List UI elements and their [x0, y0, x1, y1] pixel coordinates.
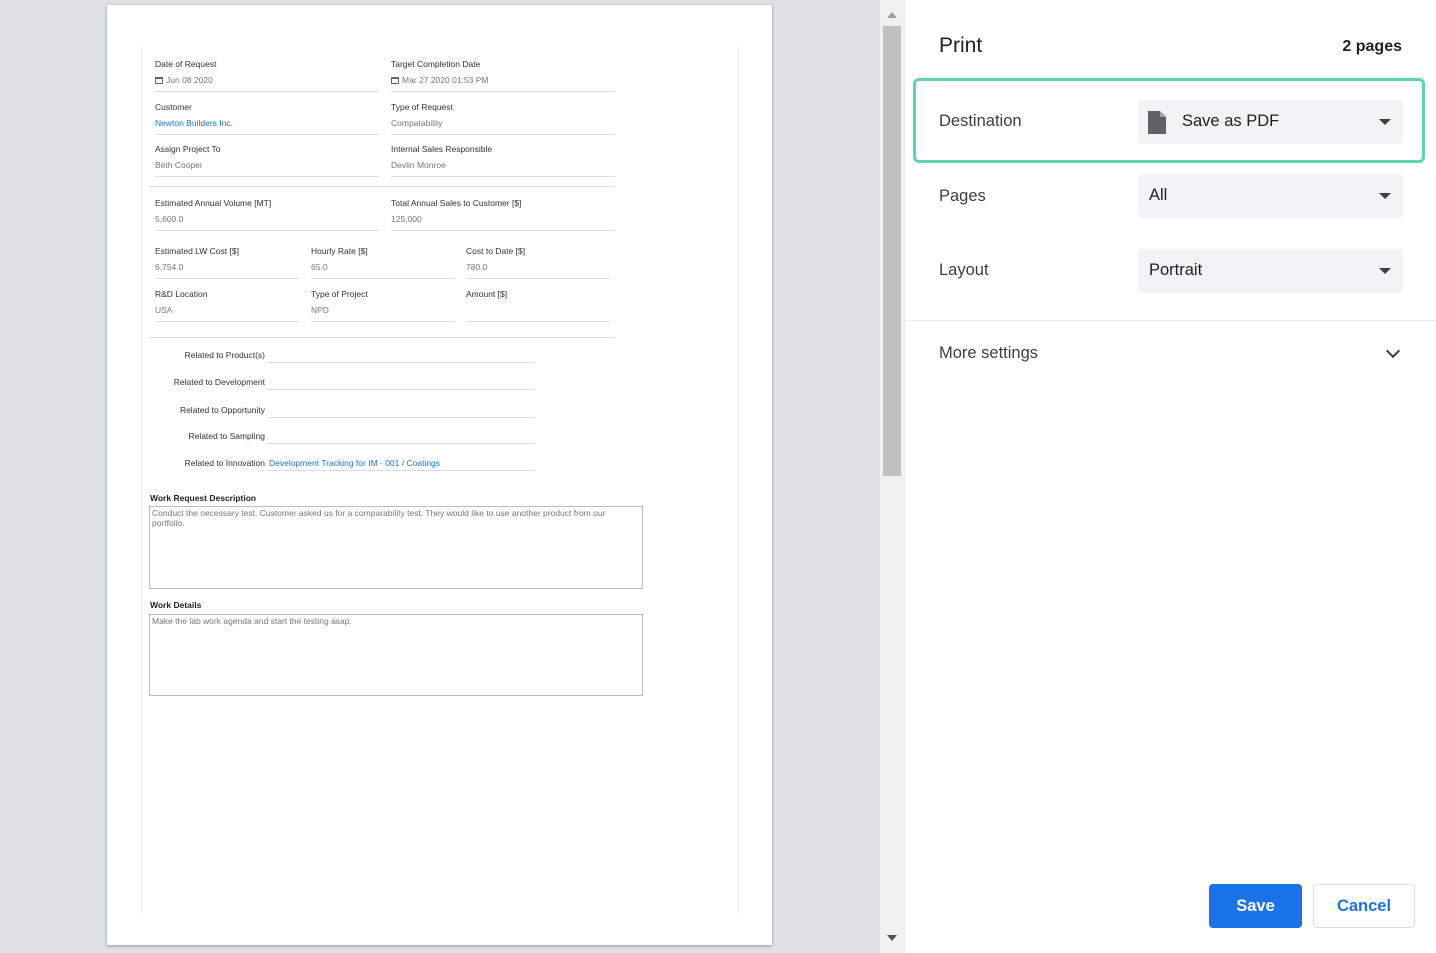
field-cost-to-date: Cost to Date [$] 780.0 — [466, 246, 610, 279]
pdf-file-icon — [1148, 111, 1166, 134]
work-request-textbox: Conduct the necessary test. Customer ask… — [149, 506, 643, 589]
print-settings-panel: Print 2 pages Destination Save as PDF Pa… — [904, 0, 1436, 953]
caret-down-icon — [1379, 193, 1391, 199]
chevron-down-icon[interactable] — [1385, 343, 1401, 359]
field-label: Customer — [155, 102, 192, 112]
caret-down-icon — [1379, 268, 1391, 274]
field-label: R&D Location — [155, 289, 208, 299]
pages-value: All — [1149, 186, 1168, 204]
field-label: Total Annual Sales to Customer [$] — [391, 198, 522, 208]
section-divider — [149, 337, 615, 338]
field-label: Type of Request — [391, 102, 453, 112]
field-est-lw-cost: Estimated LW Cost [$] 6,754.0 — [155, 246, 299, 279]
field-value: 125,000 — [391, 214, 422, 224]
related-label: Related to Development — [173, 377, 265, 387]
related-underline — [267, 417, 535, 418]
field-value: Jun 08 2020 — [155, 75, 379, 85]
related-underline — [267, 443, 535, 444]
preview-scrollbar[interactable] — [880, 0, 904, 953]
related-underline — [267, 389, 535, 390]
layout-select[interactable]: Portrait — [1138, 249, 1403, 293]
field-total-annual-sales: Total Annual Sales to Customer [$] 125,0… — [391, 198, 615, 231]
destination-label: Destination — [939, 112, 1022, 130]
scroll-up-arrow-icon[interactable] — [887, 12, 897, 18]
more-settings-toggle[interactable]: More settings — [939, 344, 1038, 363]
field-label: Type of Project — [311, 289, 368, 299]
field-value: Compatability — [391, 118, 443, 128]
field-internal-sales: Internal Sales Responsible Devlin Monroe — [391, 144, 615, 177]
cancel-button[interactable]: Cancel — [1313, 884, 1415, 928]
field-value: 5,600.0 — [155, 214, 184, 224]
field-est-annual-volume: Estimated Annual Volume [MT] 5,600.0 — [155, 198, 379, 231]
related-sampling-row: Related to Sampling — [35, 429, 535, 447]
field-value: 780.0 — [466, 262, 488, 272]
scroll-down-arrow-icon[interactable] — [887, 935, 897, 941]
field-label: Assign Project To — [155, 144, 221, 154]
field-label: Estimated LW Cost [$] — [155, 246, 239, 256]
work-details-title: Work Details — [150, 600, 202, 610]
page-count: 2 pages — [1342, 38, 1402, 55]
target-completion-value: Mar 27 2020 01:53 PM — [402, 75, 489, 85]
destination-value: Save as PDF — [1182, 112, 1280, 130]
save-button[interactable]: Save — [1209, 884, 1302, 928]
field-customer: Customer Newton Builders Inc. — [155, 102, 379, 135]
field-value: 65.0 — [311, 262, 328, 272]
scrollbar-thumb[interactable] — [883, 26, 901, 476]
related-label: Related to Innovation — [184, 458, 265, 468]
field-value: Devlin Monroe — [391, 160, 446, 170]
field-assign-project-to: Assign Project To Beth Cooper — [155, 144, 379, 177]
field-label: Target Completion Date — [391, 59, 481, 69]
caret-down-icon — [1379, 119, 1391, 125]
calendar-icon — [391, 77, 399, 84]
settings-divider — [905, 320, 1436, 321]
field-value: USA — [155, 305, 173, 315]
related-label: Related to Opportunity — [179, 405, 265, 415]
field-label: Amount [$] — [466, 289, 508, 299]
related-underline — [267, 362, 535, 363]
field-date-of-request: Date of Request Jun 08 2020 — [155, 59, 379, 92]
field-label: Estimated Annual Volume [MT] — [155, 198, 272, 208]
related-development-row: Related to Development — [35, 375, 535, 393]
work-details-textbox: Make the lab work agenda and start the t… — [149, 614, 643, 696]
field-amount: Amount [$] — [466, 289, 610, 322]
related-innovation-row: Related to Innovation Development Tracki… — [35, 456, 535, 474]
related-underline — [267, 470, 535, 471]
field-target-completion: Target Completion Date Mar 27 2020 01:53… — [391, 59, 615, 92]
related-label: Related to Product(s) — [184, 350, 265, 360]
page-guide-left — [141, 43, 142, 915]
field-hourly-rate: Hourly Rate [$] 65.0 — [311, 246, 455, 279]
field-label: Hourly Rate [$] — [311, 246, 368, 256]
field-label: Date of Request — [155, 59, 217, 69]
related-label: Related to Sampling — [188, 431, 265, 441]
related-opportunity-row: Related to Opportunity — [35, 403, 535, 421]
page-guide-right — [738, 43, 739, 915]
print-preview-area: Date of Request Jun 08 2020 Target Compl… — [0, 0, 880, 953]
work-request-title: Work Request Description — [150, 493, 257, 503]
innovation-link[interactable]: Development Tracking for IM - 001 / Coat… — [269, 458, 440, 468]
customer-link[interactable]: Newton Builders Inc. — [155, 118, 379, 128]
field-value: Mar 27 2020 01:53 PM — [391, 75, 615, 85]
field-value: 6,754.0 — [155, 262, 184, 272]
layout-label: Layout — [939, 261, 989, 279]
field-value: NPD — [311, 305, 329, 315]
date-of-request-value: Jun 08 2020 — [166, 75, 213, 85]
section-divider — [149, 186, 615, 187]
field-label: Internal Sales Responsible — [391, 144, 493, 154]
layout-value: Portrait — [1149, 261, 1203, 279]
preview-page: Date of Request Jun 08 2020 Target Compl… — [107, 5, 772, 945]
field-type-of-request: Type of Request Compatability — [391, 102, 615, 135]
field-type-of-project: Type of Project NPD — [311, 289, 455, 322]
related-products-row: Related to Product(s) — [35, 348, 535, 366]
field-rd-location: R&D Location USA — [155, 289, 299, 322]
field-value: Beth Cooper — [155, 160, 203, 170]
calendar-icon — [155, 77, 163, 84]
pages-select[interactable]: All — [1138, 174, 1403, 218]
destination-select[interactable]: Save as PDF — [1138, 100, 1403, 144]
pages-label: Pages — [939, 187, 986, 205]
print-title: Print — [939, 34, 983, 57]
field-label: Cost to Date [$] — [466, 246, 526, 256]
